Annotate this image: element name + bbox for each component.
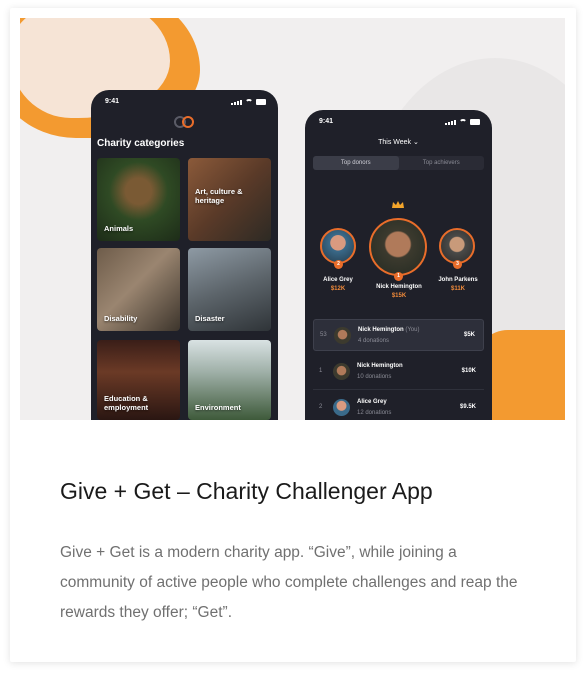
leaderboard-row[interactable]: 2 Alice Grey 12 donations $9.5K [313, 392, 484, 420]
podium-amount: $11K [450, 286, 465, 292]
row-donations: 12 donations [357, 410, 392, 416]
row-name: Alice Grey [357, 399, 387, 405]
avatar [334, 327, 351, 344]
row-amount: $10K [461, 368, 476, 374]
rank-badge: 2 [334, 260, 343, 269]
you-label: (You) [405, 327, 420, 333]
wifi-icon [245, 99, 253, 105]
row-amount: $9.5K [459, 404, 476, 410]
tab-top-donors[interactable]: Top donors [313, 156, 399, 170]
signal-icon [445, 120, 456, 125]
podium-amount: $12K [330, 286, 346, 292]
leaderboard-row[interactable]: 1 Nick Hemington 10 donations $10K [313, 356, 484, 388]
project-description: Give + Get is a modern charity app. “Giv… [60, 544, 518, 621]
battery-icon [256, 99, 266, 105]
category-label: Environment [195, 403, 241, 412]
category-label: Education & employment [104, 394, 149, 412]
avatar [369, 218, 427, 276]
category-label: Animals [104, 224, 134, 233]
app-logo-icon [174, 116, 194, 128]
row-rank: 1 [319, 368, 323, 374]
phone-categories-screen: 9:41 Charity categories Animals Art, cul… [91, 90, 278, 420]
category-label: Art, culture & heritage [195, 187, 243, 205]
leaderboard-tabs: Top donors Top achievers [313, 156, 484, 170]
phone-leaderboard-screen: 9:41 This Week ⌄ Top donors Top achiever… [305, 110, 492, 420]
category-tile-disaster[interactable]: Disaster [188, 248, 271, 331]
row-name: Nick Hemington [357, 363, 403, 369]
status-time: 9:41 [105, 98, 120, 105]
categories-heading: Charity categories [97, 138, 185, 149]
row-divider [313, 389, 484, 390]
category-tile-environment[interactable]: Environment [188, 340, 271, 420]
project-card[interactable]: 9:41 Charity categories Animals Art, cul… [10, 8, 576, 662]
row-donations: 4 donations [358, 338, 390, 344]
rank-badge: 3 [453, 260, 462, 269]
category-label: Disability [104, 314, 138, 323]
category-tile-disability[interactable]: Disability [97, 248, 180, 331]
wifi-icon [459, 119, 467, 125]
row-name: Nick Hemington [358, 327, 404, 333]
avatar [333, 363, 350, 380]
status-bar: 9:41 [105, 98, 266, 108]
podium-amount: $15K [391, 293, 407, 299]
project-image[interactable]: 9:41 Charity categories Animals Art, cul… [20, 18, 565, 420]
row-donations: 10 donations [357, 374, 392, 380]
status-time: 9:41 [319, 118, 334, 125]
battery-icon [470, 119, 480, 125]
period-dropdown[interactable]: This Week ⌄ [305, 138, 492, 146]
category-tile-animals[interactable]: Animals [97, 158, 180, 241]
row-rank: 53 [320, 332, 327, 338]
category-label: Disaster [195, 314, 225, 323]
category-tile-education[interactable]: Education & employment [97, 340, 180, 420]
leaderboard-row-you[interactable]: 53 Nick Hemington (You) 4 donations $5K [313, 319, 484, 351]
avatar [333, 399, 350, 416]
row-rank: 2 [319, 404, 323, 410]
podium-name: Alice Grey [323, 277, 353, 283]
podium-name: Nick Hemington [376, 284, 422, 290]
rank-badge: 1 [394, 272, 403, 281]
avatar [439, 228, 475, 264]
signal-icon [231, 100, 242, 105]
row-amount: $5K [463, 332, 475, 338]
project-title[interactable]: Give + Get – Charity Challenger App [60, 478, 433, 505]
avatar [320, 228, 356, 264]
tab-top-achievers[interactable]: Top achievers [399, 156, 485, 170]
status-bar: 9:41 [319, 118, 480, 128]
podium-name: John Parkens [438, 277, 478, 283]
category-tile-art[interactable]: Art, culture & heritage [188, 158, 271, 241]
crown-icon [392, 201, 404, 208]
